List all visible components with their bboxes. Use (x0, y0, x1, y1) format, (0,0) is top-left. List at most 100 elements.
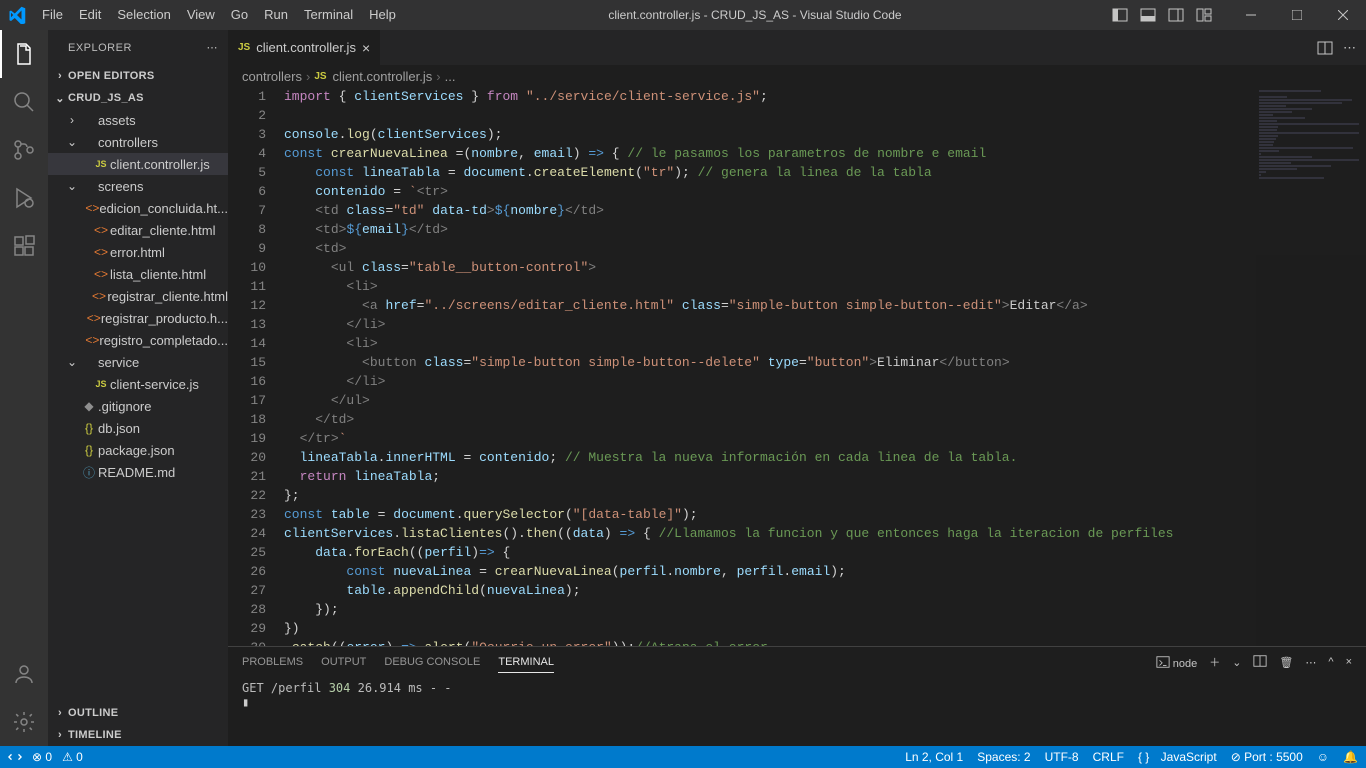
line-gutter: 1234567891011121314151617181920212223242… (228, 87, 284, 646)
tree-item[interactable]: {}db.json (48, 417, 228, 439)
status-feedback-icon[interactable]: ☺ (1317, 750, 1329, 764)
titlebar: FileEditSelectionViewGoRunTerminalHelp c… (0, 0, 1366, 30)
tree-item[interactable]: ◆.gitignore (48, 395, 228, 417)
menu-selection[interactable]: Selection (109, 0, 178, 30)
minimize-button[interactable] (1228, 0, 1274, 30)
layout-sidebar-right-icon[interactable] (1162, 0, 1190, 30)
terminal-kill-icon[interactable]: 🗑 (1279, 656, 1293, 669)
tree-item[interactable]: <>registro_completado... (48, 329, 228, 351)
panel: PROBLEMS OUTPUT DEBUG CONSOLE TERMINAL node… (228, 646, 1366, 746)
main: EXPLORER ⋯ ›OPEN EDITORS ⌄CRUD_JS_AS ›as… (0, 30, 1366, 746)
status-bell-icon[interactable]: 🔔 (1343, 750, 1358, 764)
tree-item[interactable]: <>lista_cliente.html (48, 263, 228, 285)
activity-run-debug-icon[interactable] (0, 174, 48, 222)
terminal-dropdown-icon[interactable]: ⌄ (1232, 656, 1241, 669)
code-editor[interactable]: 1234567891011121314151617181920212223242… (228, 87, 1366, 646)
status-spaces[interactable]: Spaces: 2 (977, 750, 1030, 764)
menu-go[interactable]: Go (223, 0, 256, 30)
tree-item[interactable]: JSclient.controller.js (48, 153, 228, 175)
tree-item[interactable]: <>error.html (48, 241, 228, 263)
status-liveserver[interactable]: ⊘ Port : 5500 (1231, 750, 1303, 764)
tree-item[interactable]: ›assets (48, 109, 228, 131)
minimap[interactable] (1256, 87, 1366, 646)
sidebar-title: EXPLORER (68, 42, 132, 54)
tree-item[interactable]: JSclient-service.js (48, 373, 228, 395)
window-title: client.controller.js - CRUD_JS_AS - Visu… (404, 8, 1106, 22)
breadcrumb-item[interactable]: controllers (242, 69, 302, 84)
split-editor-icon[interactable] (1317, 40, 1333, 56)
activity-search-icon[interactable] (0, 78, 48, 126)
editor-more-icon[interactable]: ⋯ (1343, 40, 1356, 56)
menu-terminal[interactable]: Terminal (296, 0, 361, 30)
breadcrumb-item[interactable]: ... (445, 69, 456, 84)
statusbar: ⊗ 0 ⚠ 0 Ln 2, Col 1 Spaces: 2 UTF-8 CRLF… (0, 746, 1366, 768)
section-open-editors[interactable]: ›OPEN EDITORS (48, 65, 228, 87)
terminal-split-icon[interactable] (1253, 654, 1267, 671)
menu-view[interactable]: View (179, 0, 223, 30)
activitybar (0, 30, 48, 746)
panel-tab-problems[interactable]: PROBLEMS (242, 652, 303, 672)
tree-item[interactable]: <>registrar_producto.h... (48, 307, 228, 329)
maximize-button[interactable] (1274, 0, 1320, 30)
tree-item[interactable]: ⌄controllers (48, 131, 228, 153)
terminal-body[interactable]: GET /perfil 304 26.914 ms - - ▮ (228, 677, 1366, 746)
status-language[interactable]: { } JavaScript (1138, 750, 1217, 764)
status-remote[interactable] (8, 750, 22, 764)
layout-customize-icon[interactable] (1190, 0, 1218, 30)
vscode-icon (0, 6, 34, 24)
tabs: JS client.controller.js × ⋯ (228, 30, 1366, 65)
tree-item[interactable]: <>registrar_cliente.html (48, 285, 228, 307)
menu-help[interactable]: Help (361, 0, 404, 30)
section-project[interactable]: ⌄CRUD_JS_AS (48, 87, 228, 109)
activity-extensions-icon[interactable] (0, 222, 48, 270)
tree-item[interactable]: {}package.json (48, 439, 228, 461)
menu-file[interactable]: File (34, 0, 71, 30)
window-controls (1228, 0, 1366, 30)
breadcrumb-item[interactable]: client.controller.js (333, 69, 433, 84)
sidebar-header: EXPLORER ⋯ (48, 30, 228, 65)
status-encoding[interactable]: UTF-8 (1045, 750, 1079, 764)
layout-icons (1106, 0, 1218, 30)
tree-item[interactable]: ⓘREADME.md (48, 461, 228, 483)
tree-item[interactable]: ⌄screens (48, 175, 228, 197)
editor-area: JS client.controller.js × ⋯ controllers … (228, 30, 1366, 746)
tree-item[interactable]: ⌄service (48, 351, 228, 373)
js-file-icon: JS (314, 71, 326, 82)
panel-more-icon[interactable]: ⋯ (1305, 656, 1316, 669)
status-errors[interactable]: ⊗ 0 (32, 750, 52, 764)
js-file-icon: JS (238, 42, 250, 53)
close-button[interactable] (1320, 0, 1366, 30)
file-tree: ›assets⌄controllersJSclient.controller.j… (48, 109, 228, 702)
menu-run[interactable]: Run (256, 0, 296, 30)
terminal-new-icon[interactable]: ＋ (1209, 654, 1220, 670)
panel-tab-terminal[interactable]: TERMINAL (498, 652, 554, 673)
section-timeline[interactable]: ›TIMELINE (48, 724, 228, 746)
panel-close-icon[interactable]: × (1346, 656, 1352, 668)
panel-maximize-icon[interactable]: ^ (1328, 656, 1333, 668)
sidebar-more-icon[interactable]: ⋯ (207, 41, 219, 54)
tab-close-icon[interactable]: × (362, 40, 370, 56)
panel-tabs: PROBLEMS OUTPUT DEBUG CONSOLE TERMINAL node… (228, 647, 1366, 677)
terminal-shell-selector[interactable]: node (1156, 655, 1198, 670)
tree-item[interactable]: <>edicion_concluida.ht... (48, 197, 228, 219)
breadcrumbs[interactable]: controllers › JS client.controller.js › … (228, 65, 1366, 87)
status-eol[interactable]: CRLF (1093, 750, 1124, 764)
section-outline[interactable]: ›OUTLINE (48, 702, 228, 724)
panel-tab-output[interactable]: OUTPUT (321, 652, 366, 672)
status-warnings[interactable]: ⚠ 0 (62, 750, 83, 764)
activity-explorer-icon[interactable] (0, 30, 48, 78)
terminal-cursor: ▮ (242, 695, 1352, 709)
layout-sidebar-left-icon[interactable] (1106, 0, 1134, 30)
activity-accounts-icon[interactable] (0, 650, 48, 698)
code-content[interactable]: import { clientServices } from "../servi… (284, 87, 1366, 646)
menu-edit[interactable]: Edit (71, 0, 109, 30)
tree-item[interactable]: <>editar_cliente.html (48, 219, 228, 241)
tab-label: client.controller.js (256, 40, 356, 55)
activity-source-control-icon[interactable] (0, 126, 48, 174)
activity-settings-icon[interactable] (0, 698, 48, 746)
panel-tab-debug-console[interactable]: DEBUG CONSOLE (384, 652, 480, 672)
layout-panel-icon[interactable] (1134, 0, 1162, 30)
menubar: FileEditSelectionViewGoRunTerminalHelp (34, 0, 404, 30)
tab-client-controller[interactable]: JS client.controller.js × (228, 30, 381, 65)
status-cursor[interactable]: Ln 2, Col 1 (905, 750, 963, 764)
